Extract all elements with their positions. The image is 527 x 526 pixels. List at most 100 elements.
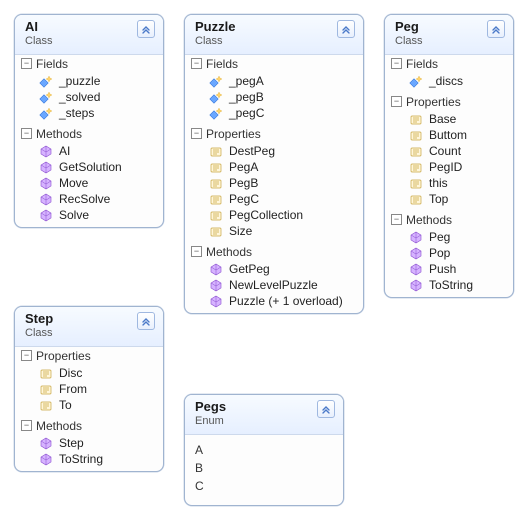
method-icon [409, 246, 423, 260]
class-header: AI Class [15, 15, 163, 55]
property-icon [409, 160, 423, 174]
list-item[interactable]: From [19, 381, 159, 397]
enum-pegs: Pegs Enum A B C [184, 394, 344, 506]
minus-icon[interactable]: − [391, 214, 402, 225]
enum-values: A B C [185, 435, 343, 505]
list-item[interactable]: Buttom [389, 127, 509, 143]
minus-icon[interactable]: − [191, 128, 202, 139]
member-label: Step [59, 436, 84, 450]
collapse-button[interactable] [137, 312, 155, 330]
minus-icon[interactable]: − [21, 350, 32, 361]
field-icon [209, 74, 223, 88]
list-item[interactable]: Disc [19, 365, 159, 381]
class-header: Pegs Enum [185, 395, 343, 435]
section-heading-properties: − Properties [185, 125, 363, 143]
property-icon [409, 192, 423, 206]
list-item[interactable]: DestPeg [189, 143, 359, 159]
list-item[interactable]: GetSolution [19, 159, 159, 175]
enum-value[interactable]: C [195, 477, 333, 495]
list-item[interactable]: this [389, 175, 509, 191]
method-icon [409, 278, 423, 292]
property-icon [39, 366, 53, 380]
minus-icon[interactable]: − [21, 128, 32, 139]
chevron-up-icon [141, 316, 151, 326]
list-item[interactable]: ToString [19, 451, 159, 467]
member-label: PegB [229, 176, 258, 190]
method-icon [39, 452, 53, 466]
list-item[interactable]: PegC [189, 191, 359, 207]
member-label: DestPeg [229, 144, 275, 158]
list-item[interactable]: RecSolve [19, 191, 159, 207]
section-label: Methods [206, 245, 252, 259]
list-item[interactable]: Push [389, 261, 509, 277]
collapse-button[interactable] [137, 20, 155, 38]
list-item[interactable]: AI [19, 143, 159, 159]
properties-list: DestPeg PegA PegB PegC PegCollection Siz… [185, 143, 363, 243]
method-icon [39, 144, 53, 158]
list-item[interactable]: _steps [19, 105, 159, 121]
chevron-up-icon [341, 24, 351, 34]
list-item[interactable]: PegB [189, 175, 359, 191]
minus-icon[interactable]: − [391, 96, 402, 107]
class-subtitle: Class [395, 35, 423, 48]
list-item[interactable]: _discs [389, 73, 509, 89]
list-item[interactable]: Pop [389, 245, 509, 261]
list-item[interactable]: Top [389, 191, 509, 207]
list-item[interactable]: NewLevelPuzzle [189, 277, 359, 293]
class-title: AI [25, 19, 53, 35]
member-label: Disc [59, 366, 82, 380]
class-subtitle: Class [25, 35, 53, 48]
list-item[interactable]: To [19, 397, 159, 413]
enum-value[interactable]: B [195, 459, 333, 477]
collapse-button[interactable] [317, 400, 335, 418]
section-label: Properties [406, 95, 461, 109]
minus-icon[interactable]: − [391, 58, 402, 69]
list-item[interactable]: Move [19, 175, 159, 191]
list-item[interactable]: _puzzle [19, 73, 159, 89]
method-icon [39, 436, 53, 450]
list-item[interactable]: PegA [189, 159, 359, 175]
member-label: Size [229, 224, 252, 238]
member-label: GetSolution [59, 160, 122, 174]
list-item[interactable]: Size [189, 223, 359, 239]
list-item[interactable]: Peg [389, 229, 509, 245]
property-icon [39, 398, 53, 412]
section-heading-properties: − Properties [385, 93, 513, 111]
list-item[interactable]: PegCollection [189, 207, 359, 223]
method-icon [209, 294, 223, 308]
list-item[interactable]: ToString [389, 277, 509, 293]
list-item[interactable]: _solved [19, 89, 159, 105]
list-item[interactable]: GetPeg [189, 261, 359, 277]
member-label: Count [429, 144, 461, 158]
section-heading-methods: − Methods [15, 417, 163, 435]
list-item[interactable]: _pegB [189, 89, 359, 105]
collapse-button[interactable] [487, 20, 505, 38]
list-item[interactable]: Solve [19, 207, 159, 223]
enum-value[interactable]: A [195, 441, 333, 459]
methods-list: Step ToString [15, 435, 163, 471]
class-peg: Peg Class − Fields _discs − Properties B… [384, 14, 514, 298]
list-item[interactable]: _pegC [189, 105, 359, 121]
list-item[interactable]: _pegA [189, 73, 359, 89]
list-item[interactable]: Base [389, 111, 509, 127]
list-item[interactable]: Puzzle (+ 1 overload) [189, 293, 359, 309]
section-heading-fields: − Fields [385, 55, 513, 73]
member-label: GetPeg [229, 262, 270, 276]
fields-list: _puzzle _solved _steps [15, 73, 163, 125]
minus-icon[interactable]: − [191, 58, 202, 69]
class-title: Pegs [195, 399, 226, 415]
property-icon [209, 192, 223, 206]
list-item[interactable]: Step [19, 435, 159, 451]
field-icon [409, 74, 423, 88]
collapse-button[interactable] [337, 20, 355, 38]
class-step: Step Class − Properties Disc From To − M… [14, 306, 164, 472]
method-icon [409, 262, 423, 276]
class-header: Peg Class [385, 15, 513, 55]
list-item[interactable]: PegID [389, 159, 509, 175]
minus-icon[interactable]: − [21, 58, 32, 69]
minus-icon[interactable]: − [21, 420, 32, 431]
section-label: Methods [406, 213, 452, 227]
minus-icon[interactable]: − [191, 246, 202, 257]
member-label: _puzzle [59, 74, 100, 88]
list-item[interactable]: Count [389, 143, 509, 159]
